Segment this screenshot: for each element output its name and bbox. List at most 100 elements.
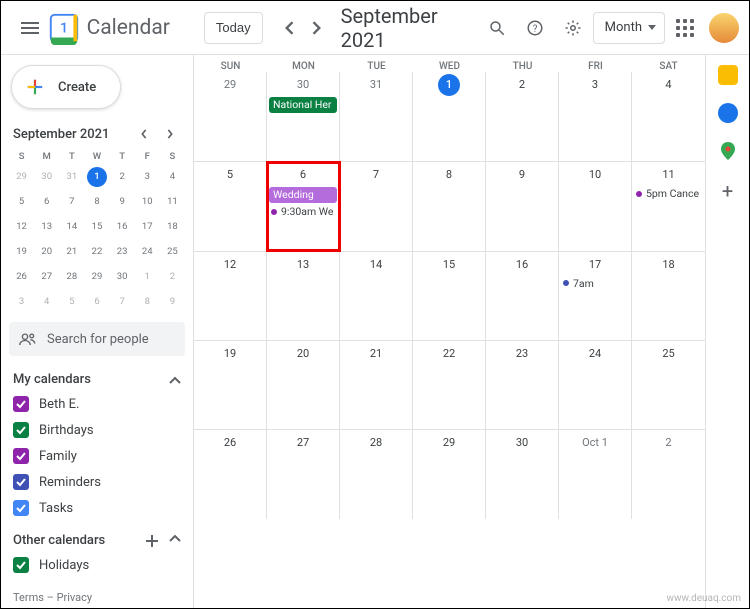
- mini-day[interactable]: 4: [162, 167, 182, 187]
- day-cell[interactable]: 1: [413, 72, 486, 161]
- mini-day[interactable]: 29: [87, 267, 107, 287]
- prev-month-button[interactable]: [275, 14, 303, 42]
- day-cell[interactable]: 13: [267, 252, 340, 340]
- mini-day[interactable]: 4: [37, 292, 57, 312]
- account-avatar[interactable]: [709, 13, 739, 43]
- mini-prev-button[interactable]: [133, 123, 155, 145]
- event-item[interactable]: 5pm Cance: [632, 186, 705, 201]
- mini-day[interactable]: 9: [162, 292, 182, 312]
- event-chip[interactable]: National Her: [269, 97, 337, 113]
- day-cell[interactable]: 8: [413, 162, 486, 250]
- mini-day[interactable]: 7: [62, 192, 82, 212]
- create-button[interactable]: Create: [11, 65, 121, 109]
- day-cell[interactable]: 30: [486, 430, 559, 518]
- mini-day[interactable]: 16: [112, 217, 132, 237]
- day-cell[interactable]: 14: [340, 252, 413, 340]
- mini-day[interactable]: 22: [87, 242, 107, 262]
- mini-day[interactable]: 26: [12, 267, 32, 287]
- mini-day[interactable]: 7: [112, 292, 132, 312]
- mini-day[interactable]: 3: [137, 167, 157, 187]
- mini-day[interactable]: 20: [37, 242, 57, 262]
- day-cell[interactable]: 10: [559, 162, 632, 250]
- day-cell[interactable]: 27: [267, 430, 340, 518]
- keep-addon-button[interactable]: [718, 65, 738, 85]
- mini-day[interactable]: 21: [62, 242, 82, 262]
- help-button[interactable]: ?: [517, 10, 553, 46]
- mini-day[interactable]: 10: [137, 192, 157, 212]
- mini-day[interactable]: 18: [162, 217, 182, 237]
- calendar-item[interactable]: Family: [9, 445, 185, 467]
- day-cell[interactable]: 26: [194, 430, 267, 518]
- mini-day[interactable]: 30: [37, 167, 57, 187]
- mini-day[interactable]: 8: [87, 192, 107, 212]
- mini-next-button[interactable]: [159, 123, 181, 145]
- mini-day[interactable]: 11: [162, 192, 182, 212]
- day-cell[interactable]: 30National Her: [267, 72, 340, 161]
- mini-day[interactable]: 8: [137, 292, 157, 312]
- mini-day[interactable]: 3: [12, 292, 32, 312]
- day-cell[interactable]: 16: [486, 252, 559, 340]
- event-item[interactable]: 9:30am We: [267, 204, 339, 219]
- mini-day[interactable]: 6: [87, 292, 107, 312]
- mini-day[interactable]: 2: [112, 167, 132, 187]
- day-cell[interactable]: 2: [486, 72, 559, 161]
- day-cell[interactable]: 29: [413, 430, 486, 518]
- day-cell[interactable]: 24: [559, 341, 632, 429]
- mini-day[interactable]: 5: [12, 192, 32, 212]
- mini-day[interactable]: 1: [87, 167, 107, 187]
- day-cell[interactable]: 23: [486, 341, 559, 429]
- mini-day[interactable]: 17: [137, 217, 157, 237]
- mini-day[interactable]: 19: [12, 242, 32, 262]
- day-cell[interactable]: Oct 1: [559, 430, 632, 518]
- add-calendar-icon[interactable]: [145, 534, 159, 548]
- event-chip[interactable]: Wedding: [269, 187, 337, 203]
- day-cell[interactable]: 18: [632, 252, 705, 340]
- calendar-logo[interactable]: 1: [47, 11, 81, 45]
- day-cell[interactable]: 177am: [559, 252, 632, 340]
- search-people-input[interactable]: Search for people: [9, 322, 185, 356]
- mini-calendar[interactable]: SMTWTFS293031123456789101112131415161718…: [9, 151, 185, 312]
- day-cell[interactable]: 19: [194, 341, 267, 429]
- google-apps-button[interactable]: [667, 10, 703, 46]
- day-cell[interactable]: 6Wedding9:30am We: [267, 162, 340, 250]
- footer-links[interactable]: Terms – Privacy: [9, 585, 185, 608]
- calendar-item[interactable]: Birthdays: [9, 419, 185, 441]
- mini-day[interactable]: 2: [162, 267, 182, 287]
- other-calendars-toggle[interactable]: Other calendars: [9, 533, 185, 548]
- day-cell[interactable]: 22: [413, 341, 486, 429]
- calendar-item[interactable]: Holidays: [9, 554, 185, 576]
- main-menu-button[interactable]: [11, 8, 49, 48]
- day-cell[interactable]: 5: [194, 162, 267, 250]
- mini-day[interactable]: 28: [62, 267, 82, 287]
- day-cell[interactable]: 31: [340, 72, 413, 161]
- calendar-item[interactable]: Beth E.: [9, 393, 185, 415]
- mini-day[interactable]: 27: [37, 267, 57, 287]
- day-cell[interactable]: 29: [194, 72, 267, 161]
- day-cell[interactable]: 115pm Cance: [632, 162, 705, 250]
- mini-day[interactable]: 29: [12, 167, 32, 187]
- mini-day[interactable]: 23: [112, 242, 132, 262]
- search-button[interactable]: [479, 10, 515, 46]
- calendar-item[interactable]: Tasks: [9, 497, 185, 519]
- next-month-button[interactable]: [303, 14, 331, 42]
- mini-day[interactable]: 13: [37, 217, 57, 237]
- mini-day[interactable]: 9: [112, 192, 132, 212]
- settings-button[interactable]: [555, 10, 591, 46]
- my-calendars-toggle[interactable]: My calendars: [9, 372, 185, 387]
- day-cell[interactable]: 20: [267, 341, 340, 429]
- day-cell[interactable]: 21: [340, 341, 413, 429]
- mini-day[interactable]: 1: [137, 267, 157, 287]
- mini-day[interactable]: 12: [12, 217, 32, 237]
- get-addons-button[interactable]: +: [722, 179, 733, 203]
- mini-day[interactable]: 24: [137, 242, 157, 262]
- day-cell[interactable]: 12: [194, 252, 267, 340]
- day-cell[interactable]: 4: [632, 72, 705, 161]
- day-cell[interactable]: 25: [632, 341, 705, 429]
- mini-day[interactable]: 30: [112, 267, 132, 287]
- mini-day[interactable]: 6: [37, 192, 57, 212]
- day-cell[interactable]: 2: [632, 430, 705, 518]
- mini-day[interactable]: 25: [162, 242, 182, 262]
- mini-day[interactable]: 14: [62, 217, 82, 237]
- day-cell[interactable]: 15: [413, 252, 486, 340]
- calendar-item[interactable]: Reminders: [9, 471, 185, 493]
